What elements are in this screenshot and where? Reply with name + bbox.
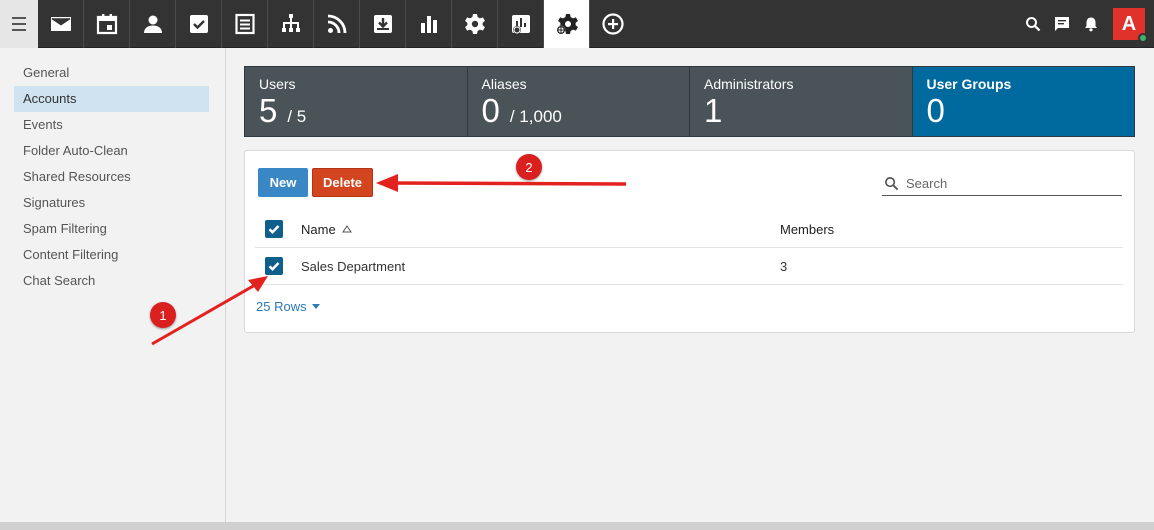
sitemap-icon[interactable]	[268, 0, 314, 48]
sidebar-item-spam-filtering[interactable]: Spam Filtering	[14, 216, 209, 242]
stat-aliases-value: 0	[481, 92, 500, 129]
stat-user-groups-value: 0	[926, 92, 945, 129]
column-header-members[interactable]: Members	[780, 222, 834, 237]
mail-icon[interactable]	[38, 0, 84, 48]
new-button[interactable]: New	[258, 168, 308, 197]
calendar-icon[interactable]	[84, 0, 130, 48]
stat-user-groups-label: User Groups	[926, 76, 1012, 92]
domain-reports-icon[interactable]	[498, 0, 544, 48]
top-navigation-bar: A	[0, 0, 1154, 48]
search-icon[interactable]	[1018, 0, 1047, 48]
rss-icon[interactable]	[314, 0, 360, 48]
column-header-name[interactable]: Name	[301, 222, 352, 237]
header-actions: A	[1018, 0, 1154, 48]
sidebar-item-chat-search[interactable]: Chat Search	[14, 268, 209, 294]
group-name: Sales Department	[301, 258, 406, 274]
stat-users[interactable]: Users 5 / 5	[245, 67, 468, 136]
stat-administrators[interactable]: Administrators 1	[690, 67, 913, 136]
sidebar-item-shared-resources[interactable]: Shared Resources	[14, 164, 209, 190]
settings-icon[interactable]	[452, 0, 498, 48]
reports-icon[interactable]	[406, 0, 452, 48]
chat-icon[interactable]	[1047, 0, 1076, 48]
stat-users-limit: / 5	[287, 107, 307, 126]
sidebar-item-content-filtering[interactable]: Content Filtering	[14, 242, 209, 268]
caret-down-icon	[311, 304, 320, 309]
sidebar-item-general[interactable]: General	[14, 60, 209, 86]
add-icon[interactable]	[590, 0, 636, 48]
menu-icon[interactable]	[0, 0, 38, 48]
sidebar-item-events[interactable]: Events	[14, 112, 209, 138]
avatar-letter: A	[1121, 12, 1137, 35]
rows-per-page-dropdown[interactable]: 25 Rows	[256, 299, 320, 314]
notes-icon[interactable]	[222, 0, 268, 48]
sidebar-item-folder-auto-clean[interactable]: Folder Auto-Clean	[14, 138, 209, 164]
table-row[interactable]: Sales Department 3	[255, 248, 1123, 285]
download-icon[interactable]	[360, 0, 406, 48]
settings-sidebar: General Accounts Events Folder Auto-Clea…	[0, 48, 226, 522]
user-groups-panel: New Delete Name Members Sales Department…	[244, 150, 1135, 333]
delete-button[interactable]: Delete	[312, 168, 373, 197]
row-checkbox[interactable]	[265, 257, 283, 275]
column-header-name-label: Name	[301, 221, 336, 237]
stat-aliases[interactable]: Aliases 0 / 1,000	[467, 67, 690, 136]
search-box	[882, 171, 1122, 196]
online-status-dot	[1138, 33, 1148, 43]
sidebar-item-signatures[interactable]: Signatures	[14, 190, 209, 216]
select-all-checkbox[interactable]	[265, 220, 283, 238]
bottom-scrollbar[interactable]	[0, 522, 1154, 530]
search-input[interactable]	[906, 175, 1106, 191]
step-badge-2: 2	[516, 154, 542, 180]
group-members-count: 3	[780, 258, 788, 274]
table-header: Name Members	[255, 211, 1123, 248]
stat-administrators-value: 1	[704, 92, 723, 129]
avatar[interactable]: A	[1113, 8, 1148, 43]
account-stats: Users 5 / 5 Aliases 0 / 1,000 Administrato…	[244, 66, 1135, 137]
stat-users-label: Users	[259, 76, 296, 92]
step-badge-1: 1	[150, 302, 176, 328]
stat-aliases-limit: / 1,000	[509, 107, 562, 126]
sidebar-item-accounts[interactable]: Accounts	[14, 86, 209, 112]
stat-users-value: 5	[259, 92, 278, 129]
contacts-icon[interactable]	[130, 0, 176, 48]
search-icon	[885, 176, 899, 190]
bell-icon[interactable]	[1076, 0, 1105, 48]
stat-administrators-label: Administrators	[704, 76, 794, 92]
sort-ascending-icon	[341, 225, 352, 233]
admin-settings-icon[interactable]	[544, 0, 590, 48]
stat-user-groups[interactable]: User Groups 0	[912, 67, 1134, 136]
stat-aliases-label: Aliases	[481, 76, 527, 92]
tasks-icon[interactable]	[176, 0, 222, 48]
rows-per-page-label: 25 Rows	[256, 299, 307, 314]
